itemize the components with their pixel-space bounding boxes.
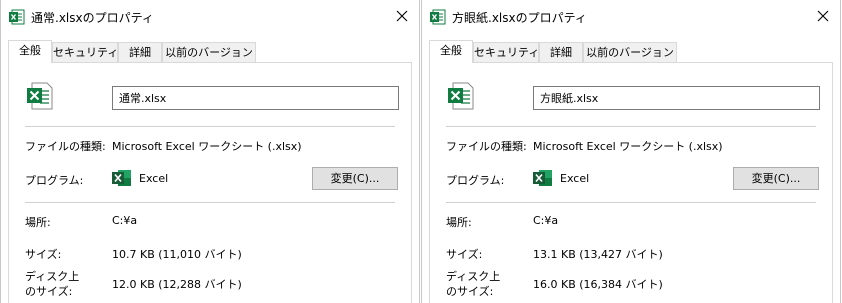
tab-previous-versions[interactable]: 以前のバージョン [583, 42, 677, 62]
excel-app-icon [112, 169, 132, 190]
program-label: プログラム: [25, 174, 84, 187]
separator [25, 202, 395, 203]
general-panel: ファイルの種類: Microsoft Excel ワークシート (.xlsx) … [8, 62, 412, 303]
disk-size-label: ディスク上 のサイズ: [25, 270, 80, 298]
tab-security[interactable]: セキュリティ [473, 42, 539, 62]
separator [446, 126, 816, 127]
file-type-label: ファイルの種類: [25, 140, 106, 153]
disk-size-value: 12.0 KB (12,288 バイト) [112, 278, 242, 291]
program-name: Excel [560, 172, 590, 185]
separator [25, 126, 395, 127]
location-label: 場所: [446, 216, 472, 229]
size-label: サイズ: [446, 248, 483, 261]
general-panel: ファイルの種類: Microsoft Excel ワークシート (.xlsx) … [429, 62, 833, 303]
title-bar: 方眼紙.xlsxのプロパティ [422, 0, 840, 32]
excel-file-icon [446, 81, 476, 114]
file-type-value: Microsoft Excel ワークシート (.xlsx) [112, 140, 302, 153]
window-title: 方眼紙.xlsxのプロパティ [452, 11, 587, 25]
tab-details[interactable]: 詳細 [539, 42, 583, 62]
window-title: 通常.xlsxのプロパティ [31, 11, 154, 25]
size-value: 13.1 KB (13,427 バイト) [533, 248, 663, 261]
tab-security[interactable]: セキュリティ [52, 42, 118, 62]
size-value: 10.7 KB (11,010 バイト) [112, 248, 242, 261]
tab-general[interactable]: 全般 [429, 40, 473, 63]
disk-size-label: ディスク上 のサイズ: [446, 270, 501, 298]
file-name-input[interactable] [112, 86, 399, 110]
tab-strip: 全般 セキュリティ 詳細 以前のバージョン [429, 40, 833, 63]
change-button[interactable]: 変更(C)... [733, 167, 819, 190]
excel-file-icon [9, 9, 25, 28]
change-button[interactable]: 変更(C)... [312, 167, 398, 190]
close-button[interactable] [385, 0, 419, 32]
tab-details[interactable]: 詳細 [118, 42, 162, 62]
location-value: C:¥a [112, 214, 138, 227]
close-icon [396, 10, 408, 22]
separator [446, 202, 816, 203]
tab-general[interactable]: 全般 [8, 40, 52, 63]
file-type-value: Microsoft Excel ワークシート (.xlsx) [533, 140, 723, 153]
disk-size-value: 16.0 KB (16,384 バイト) [533, 278, 663, 291]
excel-file-icon [25, 81, 55, 114]
size-label: サイズ: [25, 248, 62, 261]
close-icon [817, 10, 829, 22]
excel-app-icon [533, 169, 553, 190]
file-type-label: ファイルの種類: [446, 140, 527, 153]
excel-file-icon [430, 9, 446, 28]
properties-dialog-1: 通常.xlsxのプロパティ 全般 セキュリティ 詳細 以前のバージョン ファイル… [0, 0, 420, 303]
tab-strip: 全般 セキュリティ 詳細 以前のバージョン [8, 40, 412, 63]
close-button[interactable] [806, 0, 840, 32]
location-value: C:¥a [533, 214, 559, 227]
tab-previous-versions[interactable]: 以前のバージョン [162, 42, 256, 62]
location-label: 場所: [25, 216, 51, 229]
file-name-input[interactable] [533, 86, 820, 110]
title-bar: 通常.xlsxのプロパティ [1, 0, 419, 32]
program-name: Excel [139, 172, 169, 185]
properties-dialog-2: 方眼紙.xlsxのプロパティ 全般 セキュリティ 詳細 以前のバージョン ファイ… [421, 0, 841, 303]
program-label: プログラム: [446, 174, 505, 187]
